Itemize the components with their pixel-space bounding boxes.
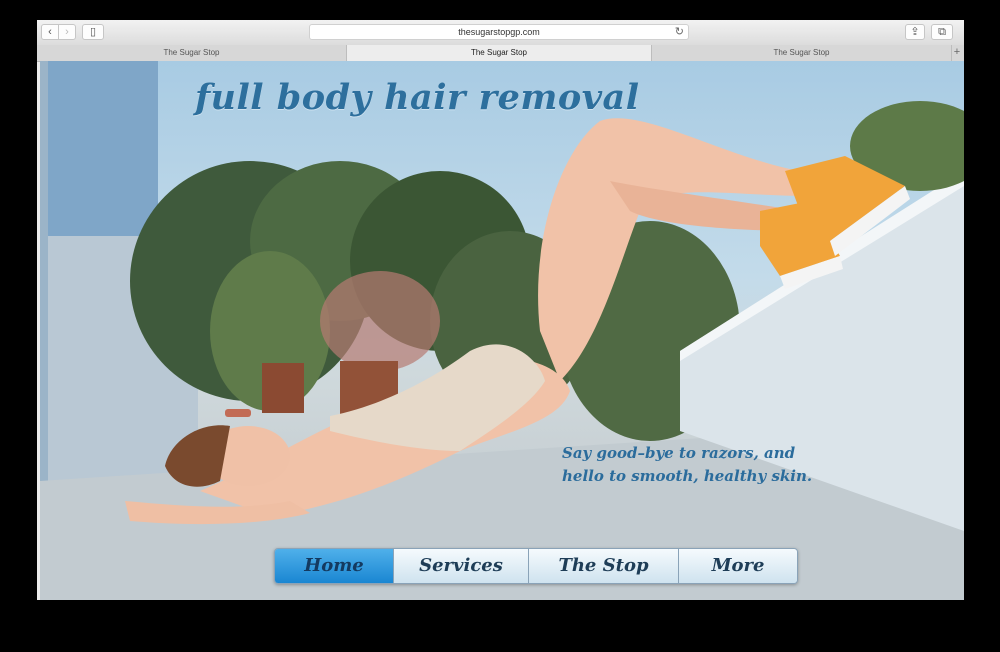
main-nav: Home Services The Stop More — [274, 548, 798, 584]
nav-more[interactable]: More — [679, 549, 797, 583]
tabs-overview-icon: ⧉ — [938, 26, 946, 38]
share-button[interactable]: ⇪ — [905, 24, 925, 40]
share-icon: ⇪ — [910, 26, 920, 38]
browser-window: ‹ › ▯ thesugarstopgp.com ↻ ⇪ ⧉ The Sugar… — [37, 20, 964, 600]
show-tabs-button[interactable]: ⧉ — [931, 24, 953, 40]
tagline-line-2: hello to smooth, healthy skin. — [562, 467, 813, 485]
chevron-left-icon: ‹ — [48, 26, 52, 38]
hero-headline: full body hair removal — [195, 77, 640, 118]
back-button[interactable]: ‹ — [41, 24, 59, 40]
new-tab-button[interactable]: + — [950, 45, 964, 61]
tab-bar: The Sugar Stop The Sugar Stop The Sugar … — [37, 45, 964, 62]
browser-toolbar: ‹ › ▯ thesugarstopgp.com ↻ ⇪ ⧉ — [37, 20, 964, 46]
plus-icon: + — [953, 46, 961, 58]
hero-tagline: Say good–bye to razors, and hello to smo… — [562, 442, 812, 488]
browser-tab-1[interactable]: The Sugar Stop — [37, 45, 347, 61]
hero-photo — [40, 61, 964, 600]
sidebar-toggle-button[interactable]: ▯ — [82, 24, 104, 40]
browser-tab-2-active[interactable]: The Sugar Stop — [347, 45, 652, 61]
reload-icon[interactable]: ↻ — [675, 25, 684, 39]
sidebar-icon: ▯ — [89, 26, 97, 38]
nav-services[interactable]: Services — [394, 549, 529, 583]
nav-home[interactable]: Home — [275, 549, 394, 583]
browser-tab-3[interactable]: The Sugar Stop — [652, 45, 952, 61]
url-text: thesugarstopgp.com — [458, 27, 540, 37]
chevron-right-icon: › — [65, 26, 69, 38]
hero-section: full body hair removal Say good–bye to r… — [40, 61, 964, 600]
forward-button[interactable]: › — [58, 24, 76, 40]
address-bar[interactable]: thesugarstopgp.com ↻ — [309, 24, 689, 40]
tagline-line-1: Say good–bye to razors, and — [562, 444, 796, 462]
nav-the-stop[interactable]: The Stop — [529, 549, 679, 583]
